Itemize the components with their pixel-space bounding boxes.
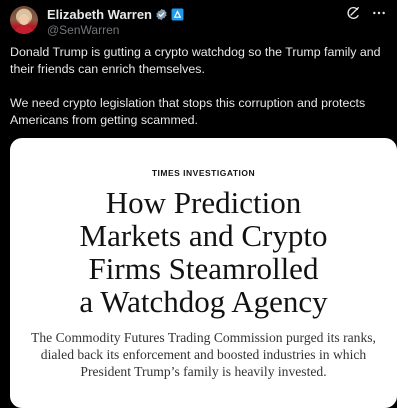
summary-line: President Trump’s family is heavily inve… (80, 364, 327, 379)
tweet-header: Elizabeth Warren @SenWarren (10, 5, 387, 41)
article-headline: How Prediction Markets and Crypto Firms … (10, 186, 397, 318)
author-name-row: Elizabeth Warren (47, 7, 184, 22)
more-icon[interactable] (371, 5, 387, 21)
headline-line: How Prediction (105, 185, 302, 220)
avatar[interactable] (10, 6, 38, 34)
article-kicker: TIMES INVESTIGATION (151, 168, 256, 178)
tweet-paragraph-2: We need crypto legislation that stops th… (10, 96, 366, 127)
author-display-name[interactable]: Elizabeth Warren (47, 7, 152, 22)
summary-line: dialed back its enforcement and boosted … (40, 347, 367, 362)
article-summary: The Commodity Futures Trading Commission… (10, 329, 397, 380)
government-flag-icon[interactable] (171, 8, 184, 21)
tweet-text: Donald Trump is gutting a crypto watchdo… (10, 44, 390, 146)
tweet-actions (345, 5, 387, 21)
headline-line: Firms Steamrolled (88, 251, 319, 286)
tweet-paragraph-1: Donald Trump is gutting a crypto watchdo… (10, 45, 381, 76)
verified-gray-icon[interactable] (155, 8, 168, 21)
headline-line: Markets and Crypto (79, 218, 328, 253)
summary-line: The Commodity Futures Trading Commission… (31, 330, 376, 345)
grok-icon[interactable] (345, 5, 361, 21)
headline-line: a Watchdog Agency (79, 284, 328, 319)
article-card[interactable]: TIMES INVESTIGATION How Prediction Marke… (10, 138, 397, 408)
author-handle[interactable]: @SenWarren (47, 23, 119, 37)
